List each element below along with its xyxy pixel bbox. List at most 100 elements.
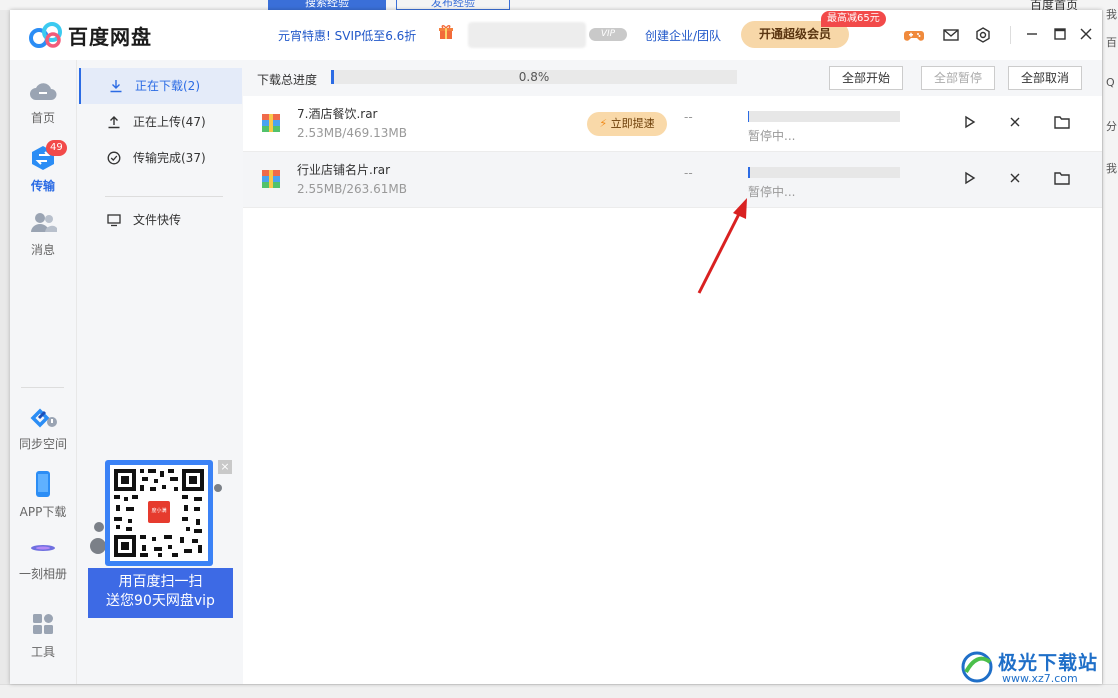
close-window-icon[interactable] bbox=[1076, 24, 1096, 44]
background-tab-publish: 发布经验 bbox=[396, 0, 510, 10]
edge-char: 我 bbox=[1106, 8, 1117, 21]
ad-decoration bbox=[94, 522, 104, 532]
start-all-button[interactable]: 全部开始 bbox=[829, 66, 904, 90]
upload-icon bbox=[108, 116, 120, 129]
subnav-completed[interactable]: 传输完成(37) bbox=[79, 140, 242, 176]
subnav-quick-transfer[interactable]: 文件快传 bbox=[79, 202, 242, 238]
open-folder-icon[interactable] bbox=[1052, 112, 1072, 132]
download-toolbar: 下载总进度 0.8% 全部开始 全部暂停 全部取消 bbox=[243, 60, 1102, 96]
background-right-edge: 我 百 Q 分 我 bbox=[1102, 8, 1118, 684]
ad-line-1: 用百度扫一扫 bbox=[118, 574, 203, 590]
qr-code-frame: 度小满 bbox=[105, 460, 213, 566]
download-status: 暂停中... bbox=[748, 129, 796, 143]
phone-icon bbox=[36, 471, 50, 497]
titlebar: 百度网盘 元宵特惠! SVIP低至6.6折 VIP 创建企业/团队 开通超级会员… bbox=[10, 10, 1102, 60]
subnav-uploading[interactable]: 正在上传(47) bbox=[79, 104, 242, 140]
speed-up-button[interactable]: ⚡ 立即提速 bbox=[587, 112, 667, 136]
left-navigation: 首页 49 传输 消息 同步空间 APP下载 一刻相册 工具 bbox=[10, 60, 76, 684]
svip-discount-tag: 最高减65元 bbox=[821, 11, 886, 27]
edge-char: 我 bbox=[1106, 162, 1117, 175]
maximize-icon[interactable] bbox=[1050, 24, 1070, 44]
play-icon[interactable] bbox=[959, 112, 979, 132]
settings-icon[interactable] bbox=[973, 25, 993, 45]
nav-transfer[interactable]: 49 传输 bbox=[10, 140, 76, 194]
download-icon bbox=[110, 80, 122, 93]
total-progress-text: 0.8% bbox=[518, 70, 550, 84]
nav-home[interactable]: 首页 bbox=[10, 78, 76, 126]
nav-sync-space[interactable]: 同步空间 bbox=[10, 406, 76, 452]
download-row[interactable]: 7.酒店餐饮.rar 2.53MB/469.13MB ⚡ 立即提速 -- 暂停中… bbox=[243, 96, 1102, 152]
nav-tools[interactable]: 工具 bbox=[10, 610, 76, 660]
subnav-completed-label: 传输完成(37) bbox=[133, 151, 206, 165]
play-icon[interactable] bbox=[959, 168, 979, 188]
cancel-all-button[interactable]: 全部取消 bbox=[1008, 66, 1083, 90]
ad-close-button[interactable]: × bbox=[218, 460, 232, 474]
nav-app-download[interactable]: APP下载 bbox=[10, 470, 76, 520]
message-icon bbox=[31, 213, 57, 232]
edge-char: 分 bbox=[1106, 120, 1117, 133]
svip-promo-link[interactable]: 元宵特惠! SVIP低至6.6折 bbox=[278, 27, 416, 44]
total-progress-bar: 0.8% bbox=[331, 70, 737, 84]
nav-sync-space-label: 同步空间 bbox=[18, 437, 67, 451]
qr-advertisement[interactable]: 度小满 × 用百度扫一扫 送您90天网盘vip bbox=[88, 458, 236, 618]
file-progress-bar bbox=[748, 111, 900, 122]
site-watermark: 极光下载站 www.xz7.com bbox=[958, 648, 1108, 686]
lightning-icon: ⚡ bbox=[599, 117, 608, 130]
qr-center-label: 度小满 bbox=[151, 508, 167, 514]
download-row[interactable]: 行业店铺名片.rar 2.55MB/263.61MB -- 暂停中... bbox=[243, 152, 1102, 208]
nav-album[interactable]: 一刻相册 bbox=[10, 540, 76, 582]
download-rate: -- bbox=[684, 166, 693, 180]
edge-char: Q bbox=[1106, 76, 1115, 89]
nav-messages-label: 消息 bbox=[30, 243, 55, 257]
gamepad-icon[interactable] bbox=[904, 25, 924, 45]
baidu-netdisk-window: 百度网盘 元宵特惠! SVIP低至6.6折 VIP 创建企业/团队 开通超级会员… bbox=[10, 10, 1102, 684]
rar-archive-icon bbox=[262, 170, 280, 188]
minimize-icon[interactable] bbox=[1022, 24, 1042, 44]
watermark-url: www.xz7.com bbox=[1002, 672, 1078, 685]
file-name: 7.酒店餐饮.rar bbox=[297, 107, 378, 121]
tools-icon bbox=[33, 614, 53, 634]
file-size: 2.55MB/263.61MB bbox=[297, 182, 407, 196]
background-taskbar bbox=[0, 684, 1118, 698]
file-name: 行业店铺名片.rar bbox=[297, 163, 391, 177]
gift-icon[interactable] bbox=[438, 24, 454, 40]
background-tab-search: 搜索经验 bbox=[268, 0, 386, 10]
nav-app-download-label: APP下载 bbox=[19, 505, 67, 519]
mail-icon[interactable] bbox=[941, 25, 961, 45]
nav-messages[interactable]: 消息 bbox=[10, 210, 76, 258]
download-status: 暂停中... bbox=[748, 185, 796, 199]
check-circle-icon bbox=[107, 151, 121, 165]
subnav-uploading-label: 正在上传(47) bbox=[133, 115, 206, 129]
album-icon bbox=[31, 545, 55, 551]
cancel-download-icon[interactable] bbox=[1005, 168, 1025, 188]
cancel-download-icon[interactable] bbox=[1005, 112, 1025, 132]
subnav-downloading[interactable]: 正在下载(2) bbox=[79, 68, 242, 104]
baidu-netdisk-logo-icon bbox=[29, 22, 62, 48]
titlebar-divider bbox=[1010, 26, 1011, 44]
subnav-downloading-label: 正在下载(2) bbox=[135, 79, 200, 93]
background-browser-bar: 搜索经验 发布经验 百度首页 bbox=[0, 0, 1118, 12]
file-size: 2.53MB/469.13MB bbox=[297, 126, 407, 140]
create-enterprise-link[interactable]: 创建企业/团队 bbox=[645, 27, 721, 44]
qr-code: 度小满 bbox=[110, 465, 208, 561]
watermark-title: 极光下载站 bbox=[998, 652, 1099, 674]
ad-line-2: 送您90天网盘vip bbox=[106, 593, 215, 609]
file-progress-bar bbox=[748, 167, 900, 178]
watermark-logo-icon bbox=[961, 651, 993, 683]
ad-decoration bbox=[90, 538, 106, 554]
total-progress-label: 下载总进度 bbox=[257, 73, 318, 87]
open-folder-icon[interactable] bbox=[1052, 168, 1072, 188]
vip-level-badge[interactable]: VIP bbox=[589, 28, 627, 41]
speed-up-label: 立即提速 bbox=[610, 117, 655, 130]
ad-decoration bbox=[214, 484, 222, 492]
pause-all-button[interactable]: 全部暂停 bbox=[921, 66, 996, 90]
monitor-icon bbox=[107, 214, 121, 227]
rar-archive-icon bbox=[262, 114, 280, 132]
brand-title: 百度网盘 bbox=[68, 25, 152, 49]
username-blurred[interactable] bbox=[468, 22, 586, 48]
file-progress-fill bbox=[748, 111, 749, 122]
subnav-divider bbox=[105, 196, 223, 197]
ad-banner: 用百度扫一扫 送您90天网盘vip bbox=[88, 568, 233, 618]
download-list-panel: 下载总进度 0.8% 全部开始 全部暂停 全部取消 7.酒店餐饮.rar 2.5… bbox=[243, 60, 1102, 684]
file-progress-fill bbox=[748, 167, 750, 178]
